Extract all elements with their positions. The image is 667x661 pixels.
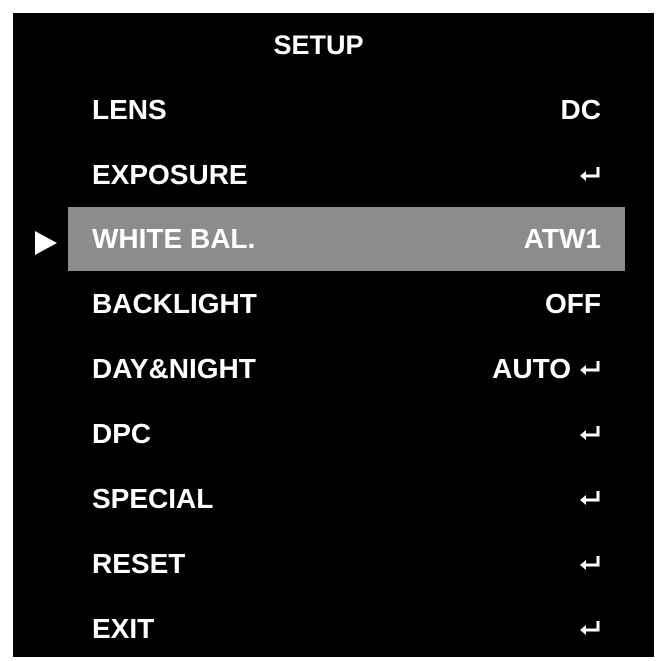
enter-return-icon: [579, 166, 601, 184]
menu-item-label: EXPOSURE: [92, 159, 248, 190]
menu-item-value: DC: [560, 94, 601, 125]
menu-item-special[interactable]: SPECIAL: [68, 467, 625, 531]
enter-return-icon: [579, 360, 601, 378]
menu-item-label: RESET: [92, 548, 186, 579]
menu-item-value: AUTO: [492, 353, 571, 384]
menu-item-label: EXIT: [92, 613, 155, 644]
menu-item-label: BACKLIGHT: [92, 288, 257, 319]
menu-item-label: LENS: [92, 94, 167, 125]
menu-item-exit[interactable]: EXIT: [68, 597, 625, 661]
menu-item-value-group: ATW1: [524, 222, 601, 256]
menu-item-reset[interactable]: RESET: [68, 532, 625, 596]
menu-item-value: OFF: [545, 288, 601, 319]
menu-item-lens[interactable]: LENS DC: [68, 78, 625, 142]
menu-item-value-group: OFF: [545, 287, 601, 321]
menu-item-value: ATW1: [523, 223, 601, 254]
menu-list: LENS DC EXPOSURE WHITE BAL. ATW1 BACKLIG…: [13, 13, 654, 657]
menu-item-backlight[interactable]: BACKLIGHT OFF: [68, 272, 625, 336]
enter-return-icon: [579, 555, 601, 573]
menu-item-label: SPECIAL: [92, 483, 214, 514]
enter-return-icon: [579, 490, 601, 508]
menu-item-value-group: AUTO: [492, 352, 601, 386]
menu-item-value-group: DC: [561, 93, 601, 127]
menu-item-label: DPC: [92, 418, 152, 449]
menu-item-dpc[interactable]: DPC: [68, 402, 625, 466]
menu-item-value-group: [579, 620, 601, 638]
triangle-right-icon: [35, 231, 57, 255]
menu-item-exposure[interactable]: EXPOSURE: [68, 143, 625, 207]
menu-item-value-group: [579, 555, 601, 573]
enter-return-icon: [579, 425, 601, 443]
menu-item-value-group: [579, 166, 601, 184]
menu-item-white-balance[interactable]: WHITE BAL. ATW1: [68, 207, 625, 271]
menu-item-value-group: [579, 425, 601, 443]
osd-menu-screen: SETUP LENS DC EXPOSURE WHITE BAL. ATW1 B…: [13, 13, 654, 657]
menu-item-label: WHITE BAL.: [92, 223, 256, 254]
menu-item-value-group: [579, 490, 601, 508]
enter-return-icon: [579, 620, 601, 638]
menu-item-label: DAY&NIGHT: [92, 353, 256, 384]
menu-item-day-night[interactable]: DAY&NIGHT AUTO: [68, 337, 625, 401]
